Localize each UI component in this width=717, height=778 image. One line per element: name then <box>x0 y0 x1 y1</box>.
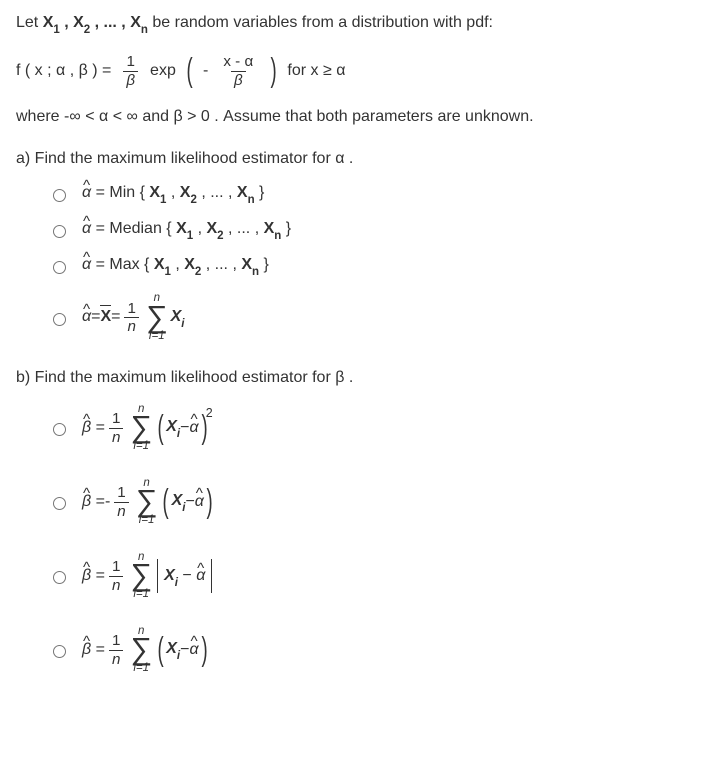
option-b1: β = 1 n n ∑ i=1 ( Xi − α ) 2 <box>48 397 701 459</box>
expr-b2: β = - 1 n n ∑ i=1 ( Xi − α ) <box>82 478 215 527</box>
radio-a3[interactable] <box>53 261 66 274</box>
frac-one-over-beta: 1 β <box>123 54 138 87</box>
radio-b1[interactable] <box>53 423 66 436</box>
intro-line: Let X1 , X2 , ... , Xn be random variabl… <box>16 12 701 36</box>
option-a1: α = Min { X1 , X2 , ... , Xn } <box>48 179 701 209</box>
intro-suffix: be random variables from a distribution … <box>152 14 493 31</box>
pdf-line: f ( x ; α , β ) = 1 β exp ( - x - α β ) … <box>16 54 701 88</box>
expr-b3: β = 1 n n ∑ i=1 Xi − α <box>82 552 214 601</box>
frac-1-n: 1 n <box>124 301 138 334</box>
rparen: ) <box>271 54 277 88</box>
lparen: ( <box>186 54 192 88</box>
radio-a4[interactable] <box>53 313 66 326</box>
exp-text: exp <box>150 60 176 82</box>
intro-vars: X1 , X2 , ... , Xn <box>43 14 148 31</box>
option-a3: α = Max { X1 , X2 , ... , Xn } <box>48 251 701 281</box>
expr-b1: β = 1 n n ∑ i=1 ( Xi − α ) 2 <box>82 404 213 453</box>
radio-b4[interactable] <box>53 645 66 658</box>
for-x: for x ≥ α <box>287 60 345 82</box>
option-b4: β = 1 n n ∑ i=1 ( Xi − α ) <box>48 619 701 681</box>
radio-a1[interactable] <box>53 189 66 202</box>
radio-a2[interactable] <box>53 225 66 238</box>
f-left: f ( x ; α , β ) = <box>16 60 111 82</box>
option-a4: α = X = 1 n n ∑ i=1 Xi <box>48 287 701 349</box>
expr-a2: α = Median { X1 , X2 , ... , Xn } <box>82 218 291 242</box>
sum-a4: n ∑ i=1 <box>146 293 168 342</box>
expr-a1: α = Min { X1 , X2 , ... , Xn } <box>82 182 264 206</box>
radio-b3[interactable] <box>53 571 66 584</box>
where-line: where -∞ < α < ∞ and β > 0 . Assume that… <box>16 106 701 128</box>
frac-xma-over-b: x - α β <box>220 54 256 87</box>
question-b: b) Find the maximum likelihood estimator… <box>16 367 701 389</box>
neg: - <box>203 60 208 82</box>
radio-b2[interactable] <box>53 497 66 510</box>
expr-a3: α = Max { X1 , X2 , ... , Xn } <box>82 254 269 278</box>
option-b3: β = 1 n n ∑ i=1 Xi − α <box>48 545 701 607</box>
option-b2: β = - 1 n n ∑ i=1 ( Xi − α ) <box>48 471 701 533</box>
option-a2: α = Median { X1 , X2 , ... , Xn } <box>48 215 701 245</box>
expr-b4: β = 1 n n ∑ i=1 ( Xi − α ) <box>82 626 210 675</box>
question-a: a) Find the maximum likelihood estimator… <box>16 148 701 170</box>
intro-prefix: Let <box>16 14 43 31</box>
expr-a4: α = X = 1 n n ∑ i=1 Xi <box>82 293 184 342</box>
